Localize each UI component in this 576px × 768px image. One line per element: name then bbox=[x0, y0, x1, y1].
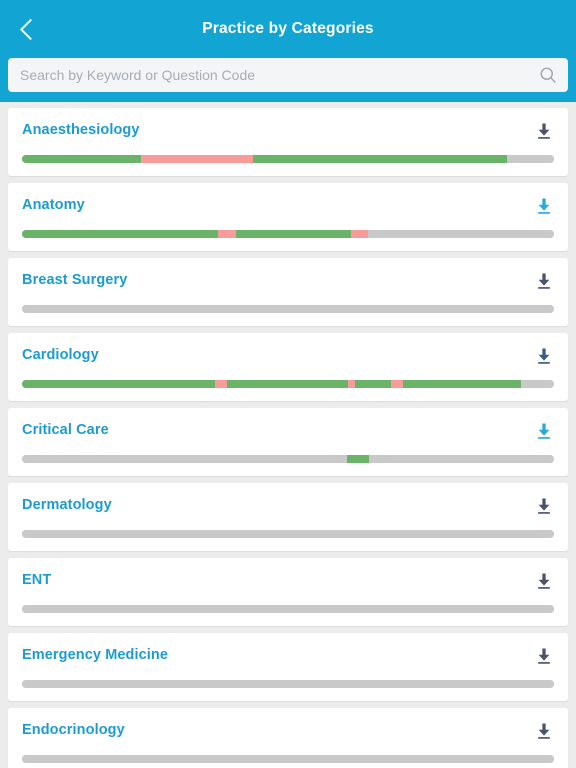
progress-bar bbox=[22, 455, 554, 463]
category-title: Endocrinology bbox=[22, 722, 125, 738]
progress-segment-grey bbox=[367, 230, 554, 238]
progress-bar bbox=[22, 380, 554, 388]
progress-bar bbox=[22, 680, 554, 688]
progress-segment-green bbox=[22, 380, 215, 388]
search-icon[interactable] bbox=[538, 65, 558, 85]
category-card[interactable]: Anaesthesiology bbox=[8, 108, 568, 176]
progress-segment-green bbox=[22, 230, 218, 238]
progress-segment-grey bbox=[507, 155, 554, 163]
download-icon[interactable] bbox=[534, 271, 554, 291]
progress-bar bbox=[22, 230, 554, 238]
progress-segment-green bbox=[227, 380, 348, 388]
category-title: ENT bbox=[22, 572, 52, 588]
progress-bar bbox=[22, 755, 554, 763]
card-header: Breast Surgery bbox=[22, 272, 554, 291]
download-icon[interactable] bbox=[534, 121, 554, 141]
card-header: Anaesthesiology bbox=[22, 122, 554, 141]
progress-segment-grey bbox=[22, 455, 347, 463]
back-button[interactable] bbox=[6, 0, 50, 58]
page-title: Practice by Categories bbox=[202, 20, 374, 37]
category-card[interactable]: Cardiology bbox=[8, 333, 568, 401]
progress-segment-red bbox=[391, 380, 403, 388]
search-container bbox=[0, 58, 576, 92]
category-card[interactable]: ENT bbox=[8, 558, 568, 626]
category-title: Emergency Medicine bbox=[22, 647, 169, 663]
progress-bar bbox=[22, 530, 554, 538]
card-header: Dermatology bbox=[22, 497, 554, 516]
app-root: Practice by Categories AnaesthesiologyAn… bbox=[0, 0, 576, 768]
download-icon[interactable] bbox=[534, 646, 554, 666]
progress-segment-green bbox=[355, 380, 392, 388]
progress-bar bbox=[22, 305, 554, 313]
card-header: Cardiology bbox=[22, 347, 554, 366]
download-icon[interactable] bbox=[534, 721, 554, 741]
search-input[interactable] bbox=[20, 58, 538, 92]
progress-segment-green bbox=[402, 380, 521, 388]
download-icon[interactable] bbox=[534, 496, 554, 516]
progress-segment-grey bbox=[368, 455, 554, 463]
progress-segment-grey bbox=[22, 530, 554, 538]
progress-segment-grey bbox=[22, 755, 554, 763]
category-title: Anaesthesiology bbox=[22, 122, 140, 138]
progress-segment-green bbox=[235, 230, 351, 238]
progress-segment-red bbox=[214, 380, 228, 388]
category-card[interactable]: Emergency Medicine bbox=[8, 633, 568, 701]
search-box[interactable] bbox=[8, 58, 568, 92]
progress-segment-red bbox=[350, 230, 368, 238]
category-card[interactable]: Breast Surgery bbox=[8, 258, 568, 326]
category-card[interactable]: Dermatology bbox=[8, 483, 568, 551]
progress-segment-red bbox=[347, 380, 356, 388]
card-header: Anatomy bbox=[22, 197, 554, 216]
card-header: Critical Care bbox=[22, 422, 554, 441]
progress-bar bbox=[22, 155, 554, 163]
category-card[interactable]: Critical Care bbox=[8, 408, 568, 476]
progress-segment-red bbox=[217, 230, 236, 238]
category-title: Breast Surgery bbox=[22, 272, 128, 288]
download-icon[interactable] bbox=[534, 346, 554, 366]
progress-segment-green bbox=[346, 455, 369, 463]
category-title: Cardiology bbox=[22, 347, 99, 363]
download-icon[interactable] bbox=[534, 196, 554, 216]
progress-segment-grey bbox=[22, 305, 554, 313]
progress-segment-green bbox=[22, 155, 141, 163]
progress-segment-grey bbox=[521, 380, 554, 388]
chevron-left-icon bbox=[19, 18, 41, 40]
category-card[interactable]: Endocrinology bbox=[8, 708, 568, 768]
app-header: Practice by Categories bbox=[0, 0, 576, 102]
navigation-bar: Practice by Categories bbox=[0, 0, 576, 58]
category-title: Dermatology bbox=[22, 497, 112, 513]
category-title: Critical Care bbox=[22, 422, 109, 438]
download-icon[interactable] bbox=[534, 571, 554, 591]
category-list[interactable]: Anaesthesiology Anatomy Breast Surgery Card… bbox=[0, 102, 576, 768]
download-icon[interactable] bbox=[534, 421, 554, 441]
category-title: Anatomy bbox=[22, 197, 85, 213]
category-card[interactable]: Anatomy bbox=[8, 183, 568, 251]
progress-segment-grey bbox=[22, 605, 554, 613]
card-header: ENT bbox=[22, 572, 554, 591]
card-header: Emergency Medicine bbox=[22, 647, 554, 666]
progress-segment-red bbox=[140, 155, 254, 163]
progress-segment-green bbox=[253, 155, 508, 163]
card-header: Endocrinology bbox=[22, 722, 554, 741]
progress-segment-grey bbox=[22, 680, 554, 688]
progress-bar bbox=[22, 605, 554, 613]
